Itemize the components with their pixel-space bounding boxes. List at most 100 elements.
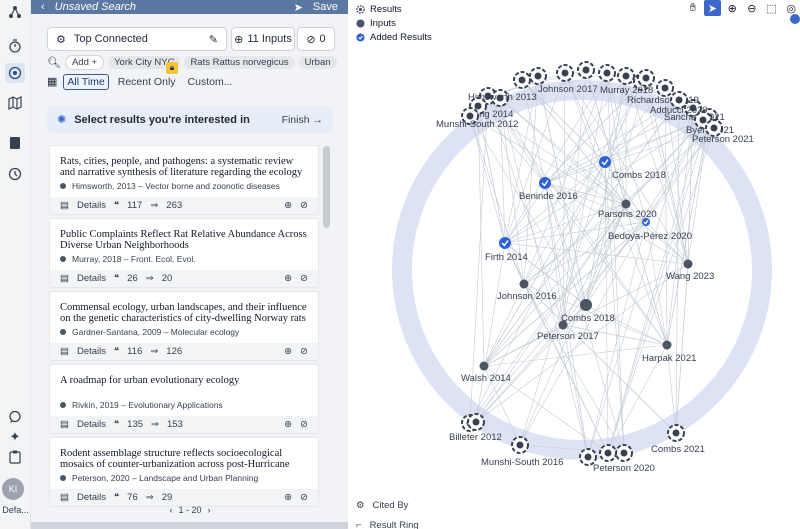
result-card[interactable]: Rodent assemblage structure reflects soc… xyxy=(49,437,319,507)
graph-icon[interactable] xyxy=(5,63,25,83)
result-node[interactable] xyxy=(556,64,574,82)
details-button[interactable]: Details xyxy=(77,200,106,211)
legend-added[interactable]: Added Results xyxy=(356,30,446,44)
node-label[interactable]: Beninde 2016 xyxy=(519,191,578,202)
result-node[interactable] xyxy=(667,424,685,442)
input-node[interactable] xyxy=(621,199,631,209)
clipboard-icon[interactable] xyxy=(5,447,25,467)
keyword-chip[interactable]: Rats Rattus norvegicus xyxy=(184,55,295,69)
result-node[interactable] xyxy=(599,444,617,462)
result-title[interactable]: A roadmap for urban evolutionary ecology xyxy=(60,375,310,397)
details-button[interactable]: Details xyxy=(77,492,106,503)
time-filter-all[interactable]: All Time xyxy=(63,73,109,90)
zoom-out-icon[interactable]: ⊖ xyxy=(743,0,761,16)
sparkle-icon[interactable]: ✦ xyxy=(5,427,25,447)
workspace-label[interactable]: Defa... xyxy=(0,505,31,515)
node-label[interactable]: Billeter 2012 xyxy=(449,432,502,443)
add-keyword-button[interactable]: Add + xyxy=(64,54,105,70)
node-label[interactable]: Combs 2021 xyxy=(651,444,705,455)
add-result-icon[interactable]: ⊕ xyxy=(284,346,292,357)
excluded-button[interactable]: ⊘ 0 xyxy=(297,27,335,51)
legend-results[interactable]: Results xyxy=(356,2,446,16)
document-icon[interactable] xyxy=(5,133,25,153)
result-title[interactable]: Rodent assemblage structure reflects soc… xyxy=(60,448,310,470)
time-filter-recent[interactable]: Recent Only xyxy=(115,75,179,89)
add-result-icon[interactable]: ⊕ xyxy=(284,200,292,211)
add-result-icon[interactable]: ⊕ xyxy=(284,273,292,284)
node-label[interactable]: Combs 2018 xyxy=(561,313,615,324)
history-icon[interactable] xyxy=(5,164,25,184)
result-title[interactable]: Rats, cities, people, and pathogens: a s… xyxy=(60,156,310,178)
zoom-in-icon[interactable]: ⊕ xyxy=(723,0,741,16)
finish-button[interactable]: Finish → xyxy=(282,114,323,126)
edit-icon[interactable]: ✎ xyxy=(209,33,218,46)
inputs-button[interactable]: ⊕ 11 Inputs xyxy=(231,27,295,51)
node-label[interactable]: Peterson 2017 xyxy=(537,331,599,342)
prev-page-icon[interactable]: ‹ xyxy=(169,505,172,515)
details-button[interactable]: Details xyxy=(77,346,106,357)
avatar[interactable]: KI xyxy=(2,478,24,500)
result-node[interactable] xyxy=(577,61,595,79)
node-label[interactable]: Parsons 2020 xyxy=(598,209,657,220)
back-icon[interactable]: ‹ xyxy=(41,1,45,13)
node-label[interactable]: Harpak 2021 xyxy=(642,353,696,364)
add-result-icon[interactable]: ⊕ xyxy=(284,419,292,430)
result-node[interactable] xyxy=(617,67,635,85)
result-card[interactable]: Commensal ecology, urban landscapes, and… xyxy=(49,291,319,361)
time-filter-custom[interactable]: Custom... xyxy=(185,75,236,89)
added-result-node[interactable] xyxy=(499,237,511,249)
reference-count[interactable]: 135 xyxy=(127,419,143,430)
node-label[interactable]: Munshi-South 2012 xyxy=(436,119,518,130)
result-node[interactable] xyxy=(598,64,616,82)
exclude-result-icon[interactable]: ⊘ xyxy=(300,200,308,211)
exclude-result-icon[interactable]: ⊘ xyxy=(300,419,308,430)
logo-icon[interactable] xyxy=(5,2,25,22)
citation-count[interactable]: 153 xyxy=(167,419,183,430)
result-node[interactable] xyxy=(467,413,485,431)
result-card[interactable]: Rats, cities, people, and pathogens: a s… xyxy=(49,145,319,215)
details-button[interactable]: Details xyxy=(77,273,106,284)
node-label[interactable]: Munshi-South 2016 xyxy=(481,457,563,468)
reference-count[interactable]: 26 xyxy=(127,273,138,284)
result-node[interactable] xyxy=(656,79,674,97)
legend-cited-by[interactable]: ⚙ Cited By xyxy=(356,495,476,515)
result-card[interactable]: A roadmap for urban evolutionary ecology… xyxy=(49,364,319,434)
added-result-node[interactable] xyxy=(642,218,650,226)
pointer-icon[interactable]: ➤ xyxy=(703,0,722,16)
timer-icon[interactable] xyxy=(5,36,25,56)
citation-count[interactable]: 20 xyxy=(162,273,173,284)
add-result-icon[interactable]: ⊕ xyxy=(284,492,292,503)
exclude-result-icon[interactable]: ⊘ xyxy=(300,492,308,503)
input-node[interactable] xyxy=(580,299,592,311)
save-button[interactable]: Save xyxy=(313,1,338,13)
graph-canvas[interactable]: Himsworth 2013 Johnson 2017 Murray 2018 Ric… xyxy=(348,0,800,529)
reference-count[interactable]: 116 xyxy=(127,346,142,357)
target-icon[interactable]: ◎ xyxy=(782,0,800,16)
node-label[interactable]: Peterson 2021 xyxy=(692,134,754,145)
node-label[interactable]: Firth 2014 xyxy=(485,252,528,263)
chat-icon[interactable] xyxy=(5,407,25,427)
node-label[interactable]: Wang 2023 xyxy=(666,271,714,282)
details-button[interactable]: Details xyxy=(77,419,106,430)
next-page-icon[interactable]: › xyxy=(208,505,211,515)
node-label[interactable]: Johnson 2017 xyxy=(538,84,598,95)
keyword-chip[interactable]: Urban xyxy=(298,55,337,69)
result-node[interactable] xyxy=(670,91,688,109)
exclude-result-icon[interactable]: ⊘ xyxy=(300,273,308,284)
strategy-selector[interactable]: ⚙ Top Connected ✎ xyxy=(47,27,227,51)
result-node[interactable] xyxy=(615,444,633,462)
added-result-node[interactable] xyxy=(539,177,551,189)
fit-view-icon[interactable]: ⬚ xyxy=(763,0,781,16)
send-icon[interactable]: ➤ xyxy=(294,1,303,14)
input-node[interactable] xyxy=(519,279,529,289)
input-node[interactable] xyxy=(662,340,672,350)
result-title[interactable]: Commensal ecology, urban landscapes, and… xyxy=(60,302,310,324)
results-scrollbar[interactable] xyxy=(323,146,330,228)
result-card[interactable]: Public Complaints Reflect Rat Relative A… xyxy=(49,218,319,288)
node-label[interactable]: Peterson 2020 xyxy=(593,463,655,474)
legend-result-ring[interactable]: ⌐ Result Ring xyxy=(356,515,476,529)
pan-hand-icon[interactable]: ✋︎ xyxy=(684,0,702,16)
node-label[interactable]: Combs 2018 xyxy=(612,170,666,181)
result-node[interactable] xyxy=(637,69,655,87)
result-title[interactable]: Public Complaints Reflect Rat Relative A… xyxy=(60,229,310,251)
